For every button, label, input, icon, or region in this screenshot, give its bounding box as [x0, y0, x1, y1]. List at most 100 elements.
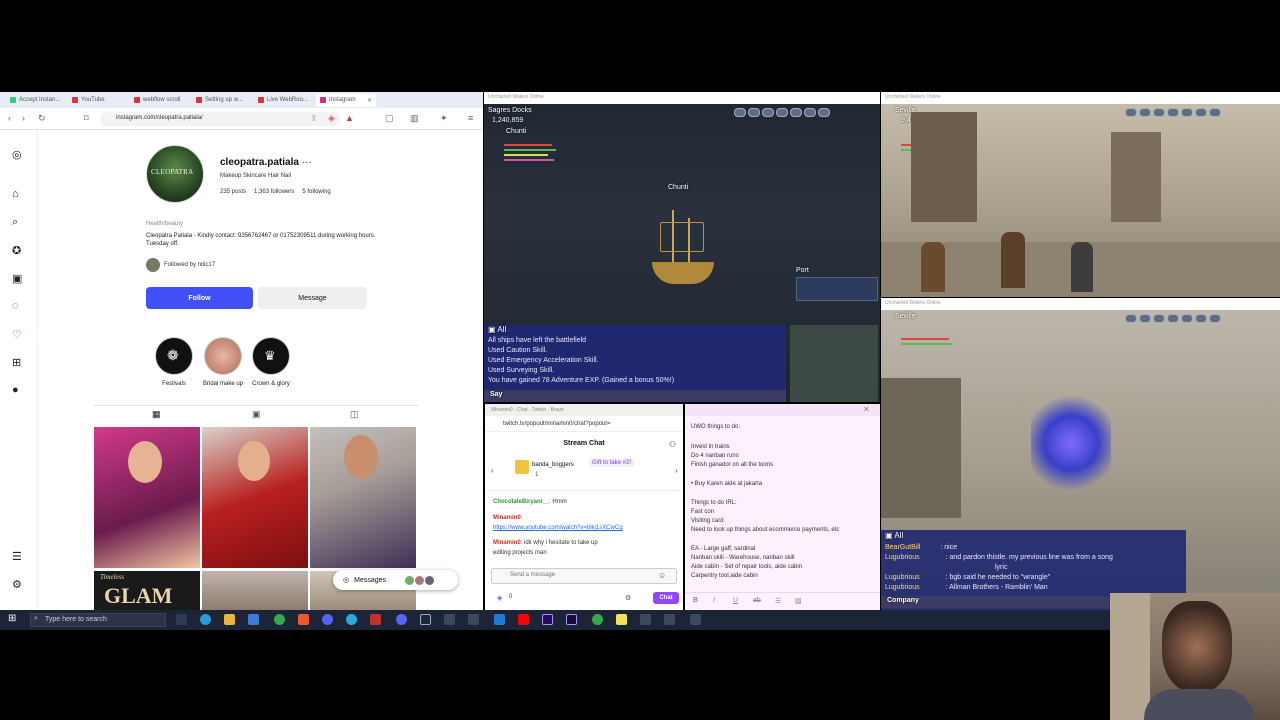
url-field[interactable]: instagram.com/cleopatra.patiala/	[100, 112, 340, 126]
twitch-url[interactable]: twitch.tv/popout/minamin0/chat?popout=	[485, 418, 683, 432]
file-explorer-icon[interactable]	[224, 614, 235, 625]
followers-count[interactable]: 1,363 followers	[254, 189, 294, 195]
strikethrough-icon[interactable]: ab	[753, 597, 761, 604]
bookmark-icon[interactable]: ⌑	[84, 113, 89, 124]
settings-icon[interactable]: ⚙	[625, 594, 631, 602]
port-skill-panel[interactable]	[796, 277, 878, 301]
close-icon[interactable]: ✕	[863, 405, 870, 414]
npc[interactable]	[1071, 242, 1093, 292]
game-icon[interactable]	[640, 614, 651, 625]
more-menu-icon[interactable]: ☰	[12, 550, 22, 563]
menu-icon[interactable]	[1167, 314, 1179, 323]
tab-5[interactable]: Live WebRoo...	[254, 94, 314, 107]
menu-icon[interactable]	[1167, 108, 1179, 117]
channel-points-icon[interactable]: ◈	[497, 594, 502, 602]
create-icon[interactable]: ⊞	[12, 356, 21, 369]
sticky-notes-icon[interactable]	[616, 614, 627, 625]
post-3[interactable]	[310, 427, 416, 568]
menu-icon[interactable]	[818, 108, 830, 117]
tab-4[interactable]: Setting up w...	[192, 94, 252, 107]
menu-icon[interactable]: ≡	[468, 113, 473, 123]
tab-instagram[interactable]: Instagram ✕	[316, 93, 376, 107]
message-button[interactable]: Message	[258, 287, 367, 309]
threads-icon[interactable]: ⚙	[12, 578, 22, 591]
list-icon[interactable]: ☰	[775, 597, 781, 605]
notifications-icon[interactable]: ♡	[12, 328, 22, 341]
chat-link[interactable]: https://www.youtube.com/watch?v=blkj1sXC…	[493, 524, 623, 532]
chrome-icon[interactable]	[592, 614, 603, 625]
gift-banner[interactable]: Gift to take #2!	[589, 459, 635, 467]
minimap[interactable]	[790, 325, 878, 402]
app-icon[interactable]	[346, 614, 357, 625]
menu-icon[interactable]	[1195, 108, 1207, 117]
posts-grid-icon[interactable]: ▦	[152, 409, 161, 420]
emote-icon[interactable]: ☺	[658, 571, 666, 580]
game-icon[interactable]	[690, 614, 701, 625]
game-window-town-top[interactable]: Uncharted Waters Online Seville 9,467,99…	[881, 92, 1280, 297]
tab-1[interactable]: Accept Instan...	[6, 94, 66, 107]
chevron-right-icon[interactable]: ›	[675, 466, 678, 475]
underline-icon[interactable]: U	[733, 597, 738, 604]
italic-icon[interactable]: I	[713, 597, 715, 604]
chat-tab-all[interactable]: ▣ All	[488, 325, 506, 334]
after-effects-icon[interactable]	[566, 614, 577, 625]
menu-icon[interactable]	[1181, 314, 1193, 323]
home-icon[interactable]: ⌂	[12, 188, 19, 200]
more-options-icon[interactable]: ···	[302, 157, 312, 168]
menu-icon[interactable]	[1125, 314, 1137, 323]
highlight-crown[interactable]: ♛	[252, 337, 290, 375]
following-count[interactable]: 5 following	[302, 189, 330, 195]
ship-sprite[interactable]	[652, 210, 716, 294]
menu-icon[interactable]	[1195, 314, 1207, 323]
highlight-bridal[interactable]	[204, 337, 242, 375]
users-icon[interactable]: ⚇	[669, 440, 676, 449]
chevron-left-icon[interactable]: ‹	[491, 466, 494, 475]
profile-avatar-icon[interactable]: ●	[12, 384, 19, 396]
profile-avatar[interactable]	[146, 145, 204, 203]
adobe-icon[interactable]	[518, 614, 529, 625]
sticky-notes-window[interactable]: ✕ UWO things to do: Invest in trains Do …	[685, 404, 880, 610]
menu-icon[interactable]	[1139, 314, 1151, 323]
tab-3[interactable]: webflow scroll	[130, 94, 190, 107]
search-icon[interactable]: ⌕	[12, 216, 18, 229]
premiere-icon[interactable]	[542, 614, 553, 625]
taskbar-search[interactable]: ⌕ Type here to search	[30, 613, 166, 627]
instagram-logo-icon[interactable]: ◎	[12, 148, 22, 161]
game-window-sea[interactable]: Uncharted Waters Online Sagres Docks 1,2…	[484, 92, 880, 402]
store-icon[interactable]	[248, 614, 259, 625]
menu-icon[interactable]	[776, 108, 788, 117]
post-4[interactable]: Timeless GLAM	[94, 571, 200, 610]
chat-button[interactable]: Chat	[653, 592, 679, 604]
sidebar-toggle-icon[interactable]: ▥	[410, 113, 419, 124]
menu-icon[interactable]	[762, 108, 774, 117]
menu-icon[interactable]	[1153, 108, 1165, 117]
game-window-town-bottom[interactable]: Uncharted Waters Online Seville ▣ All Be…	[881, 298, 1280, 610]
extension-icon[interactable]: ▢	[385, 113, 394, 124]
game-icon[interactable]	[664, 614, 675, 625]
followed-by[interactable]: Followed by nitic17	[146, 258, 215, 272]
menu-icon[interactable]	[1181, 108, 1193, 117]
menu-icon[interactable]	[1153, 314, 1165, 323]
app-icon[interactable]	[370, 614, 381, 625]
reels-tab-icon[interactable]: ▣	[252, 409, 261, 420]
post-2[interactable]	[202, 427, 308, 568]
menu-icon[interactable]	[1209, 108, 1221, 117]
rewards-icon[interactable]: ▲	[345, 113, 354, 123]
puzzle-icon[interactable]: ✦	[440, 113, 448, 124]
image-icon[interactable]: ▨	[795, 597, 802, 605]
chrome-icon[interactable]	[274, 614, 285, 625]
messenger-icon[interactable]: ◌	[12, 300, 19, 312]
menu-icon[interactable]	[734, 108, 746, 117]
tagged-tab-icon[interactable]: ◫	[350, 409, 359, 420]
bold-icon[interactable]: B	[693, 597, 698, 604]
explore-icon[interactable]: ✪	[12, 244, 21, 257]
app-icon[interactable]	[322, 614, 333, 625]
npc[interactable]	[921, 242, 945, 292]
follow-button[interactable]: Follow	[146, 287, 253, 309]
back-icon[interactable]: ‹	[8, 113, 11, 123]
reels-icon[interactable]: ▣	[12, 272, 22, 285]
shield-icon[interactable]: ◈	[328, 113, 335, 124]
chat-input-row[interactable]: Company	[881, 596, 1111, 608]
close-tab-icon[interactable]: ✕	[367, 97, 372, 104]
menu-icon[interactable]	[1209, 314, 1221, 323]
